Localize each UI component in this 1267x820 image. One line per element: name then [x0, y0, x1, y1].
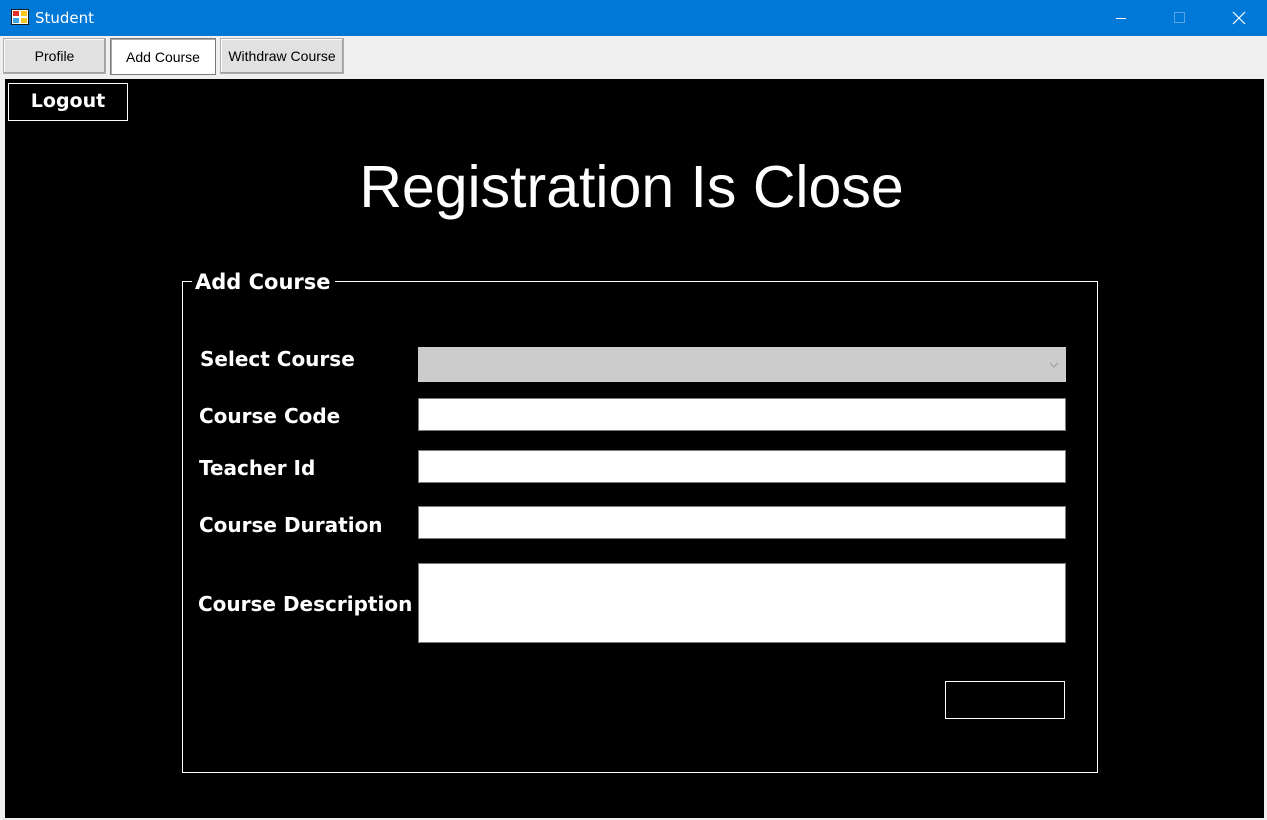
- select-course-label: Select Course: [200, 347, 355, 371]
- tab-withdraw-course[interactable]: Withdraw Course: [220, 38, 344, 74]
- tab-add-course[interactable]: Add Course: [110, 38, 216, 75]
- maximize-button[interactable]: [1150, 0, 1208, 36]
- course-code-field[interactable]: [418, 398, 1066, 431]
- groupbox-legend: Add Course: [192, 268, 335, 296]
- teacher-id-label: Teacher Id: [199, 456, 316, 480]
- main-panel: Logout Registration Is Close Add Course …: [5, 79, 1264, 818]
- title-bar: Student: [0, 0, 1267, 36]
- course-description-label: Course Description: [198, 592, 413, 616]
- course-duration-label: Course Duration: [199, 513, 383, 537]
- page-title: Registration Is Close: [359, 154, 904, 220]
- course-description-field[interactable]: [418, 563, 1066, 643]
- tab-profile[interactable]: Profile: [3, 38, 106, 74]
- add-course-groupbox: Add Course Select Course Course Code Tea…: [182, 268, 1098, 773]
- chevron-down-icon: [1049, 362, 1059, 368]
- tab-strip: Profile Add Course Withdraw Course: [0, 36, 1267, 80]
- app-icon: [11, 9, 29, 25]
- minimize-icon: [1116, 18, 1126, 19]
- select-course-dropdown[interactable]: [418, 347, 1066, 382]
- close-icon: [1232, 11, 1246, 25]
- window-title: Student: [35, 9, 95, 27]
- logout-button[interactable]: Logout: [8, 83, 128, 121]
- course-duration-field[interactable]: [418, 506, 1066, 539]
- maximize-icon: [1174, 12, 1185, 23]
- close-button[interactable]: [1209, 0, 1267, 36]
- minimize-button[interactable]: [1092, 0, 1150, 36]
- teacher-id-field[interactable]: [418, 450, 1066, 483]
- course-code-label: Course Code: [199, 404, 341, 428]
- submit-button[interactable]: [945, 681, 1065, 719]
